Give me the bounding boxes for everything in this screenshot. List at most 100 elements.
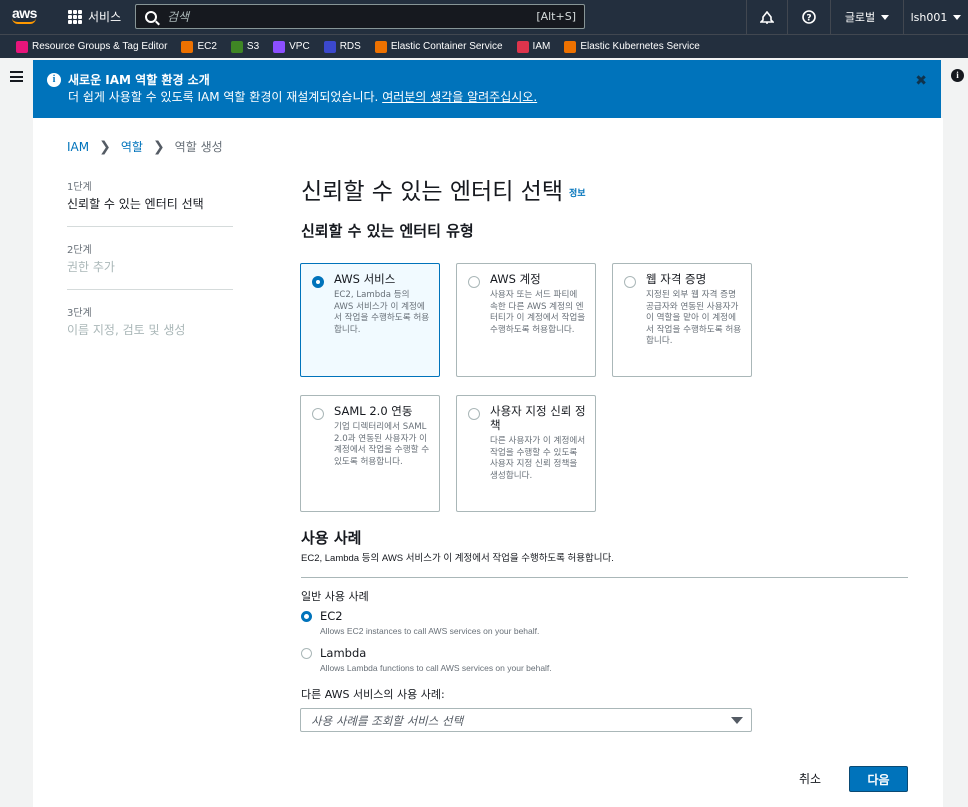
favorite-label: Elastic Kubernetes Service <box>580 41 700 52</box>
step-label: 신뢰할 수 있는 엔터티 선택 <box>67 197 204 211</box>
ec2-icon <box>181 40 194 53</box>
info-link[interactable]: 정보 <box>569 189 586 199</box>
favorite-vpc[interactable]: VPC <box>273 40 310 53</box>
tile-description: 기업 디렉터리에서 SAML 2.0과 연동된 사용자가 이 계정에서 작업을 … <box>334 422 430 467</box>
option-label: Lambda <box>320 646 367 660</box>
nav-right-group: ? 글로벌 lsh001 <box>746 0 968 34</box>
next-button[interactable]: 다음 <box>849 766 908 792</box>
top-navigation: aws 서비스 [Alt+S] ? 글로벌 lsh001 <box>0 0 968 34</box>
region-selector[interactable]: 글로벌 <box>830 0 903 34</box>
search-input[interactable] <box>167 9 507 24</box>
rds-icon <box>323 40 336 53</box>
step-number: 1단계 <box>67 182 92 193</box>
tile-description: 사용자 또는 서드 파티에 속한 다른 AWS 계정의 엔터티가 이 계정에서 … <box>490 290 586 335</box>
right-side-strip: i <box>943 58 968 807</box>
account-menu[interactable]: lsh001 <box>903 0 968 34</box>
breadcrumb: IAM ❯ 역할 ❯ 역할 생성 <box>67 138 223 155</box>
feedback-link[interactable]: 여러분의 생각을 알려주십시오. <box>382 90 537 104</box>
wizard-step-1[interactable]: 1단계 신뢰할 수 있는 엔터티 선택 <box>67 178 233 227</box>
chevron-down-icon <box>881 14 890 20</box>
search-shortcut-hint: [Alt+S] <box>536 10 576 23</box>
step-number: 2단계 <box>67 245 92 256</box>
flash-banner: i 새로운 IAM 역할 환경 소개 더 쉽게 사용할 수 있도록 IAM 역할… <box>33 60 941 118</box>
chevron-down-icon <box>953 14 962 20</box>
ecs-icon <box>374 40 387 53</box>
favorite-iam[interactable]: IAM <box>516 40 551 53</box>
flash-text: 더 쉽게 사용할 수 있도록 IAM 역할 환경이 재설계되었습니다. <box>68 90 379 104</box>
close-icon[interactable]: ✖ <box>915 73 927 89</box>
resource-groups-icon <box>16 40 28 53</box>
grid-icon <box>68 9 82 24</box>
left-side-strip <box>0 58 33 807</box>
radio-button[interactable] <box>312 276 324 288</box>
wizard-step-2: 2단계 권한 추가 <box>67 241 233 290</box>
aws-logo[interactable]: aws <box>12 6 42 28</box>
search-icon <box>145 10 157 23</box>
s3-icon <box>230 40 243 53</box>
radio-button[interactable] <box>624 276 636 288</box>
flash-text-row: 더 쉽게 사용할 수 있도록 IAM 역할 환경이 재설계되었습니다. 여러분의… <box>68 88 537 105</box>
main-content-panel: IAM ❯ 역할 ❯ 역할 생성 1단계 신뢰할 수 있는 엔터티 선택 2단계… <box>33 118 943 807</box>
help-button[interactable]: ? <box>787 0 830 34</box>
favorite-label: Resource Groups & Tag Editor <box>32 41 168 52</box>
favorite-label: IAM <box>532 41 551 52</box>
tile-description: 지정된 외부 웹 자격 증명 공급자와 연동된 사용자가 이 역할을 맡아 이 … <box>646 290 742 346</box>
radio-button[interactable] <box>301 648 312 659</box>
services-menu-button[interactable]: 서비스 <box>68 8 121 25</box>
cancel-button[interactable]: 취소 <box>799 770 821 787</box>
tile-aws-service[interactable]: AWS 서비스 EC2, Lambda 등의 AWS 서비스가 이 계정에서 작… <box>300 263 440 377</box>
step-number: 3단계 <box>67 308 92 319</box>
aws-logo-text: aws <box>12 5 37 21</box>
favorite-eks[interactable]: Elastic Kubernetes Service <box>564 40 700 53</box>
services-label: 서비스 <box>88 10 122 24</box>
tile-title: AWS 서비스 <box>334 272 396 286</box>
favorite-s3[interactable]: S3 <box>230 40 260 53</box>
radio-button[interactable] <box>312 408 324 420</box>
step-label: 이름 지정, 검토 및 생성 <box>67 323 186 337</box>
page-title: 신뢰할 수 있는 엔터티 선택 정보 <box>301 172 586 206</box>
divider <box>301 577 908 578</box>
cloudshell-button[interactable] <box>746 0 787 34</box>
flash-title: 새로운 IAM 역할 환경 소개 <box>68 73 210 87</box>
wizard-steps: 1단계 신뢰할 수 있는 엔터티 선택 2단계 권한 추가 3단계 이름 지정,… <box>67 178 233 366</box>
breadcrumb-roles[interactable]: 역할 <box>121 138 143 155</box>
select-placeholder: 사용 사례를 조회할 서비스 선택 <box>311 714 464 728</box>
tile-description: 다른 사용자가 이 계정에서 작업을 수행할 수 있도록 사용자 지정 신뢰 정… <box>490 436 586 481</box>
favorite-label: EC2 <box>197 41 217 52</box>
breadcrumb-separator-icon: ❯ <box>99 138 111 155</box>
info-icon: i <box>47 73 61 87</box>
radio-button[interactable] <box>468 408 480 420</box>
wizard-step-3: 3단계 이름 지정, 검토 및 생성 <box>67 304 233 352</box>
favorite-rds[interactable]: RDS <box>323 40 361 53</box>
svg-text:?: ? <box>806 14 811 24</box>
radio-button[interactable] <box>301 611 312 622</box>
tile-saml-federation[interactable]: SAML 2.0 연동 기업 디렉터리에서 SAML 2.0과 연동된 사용자가… <box>300 395 440 512</box>
favorite-ecs[interactable]: Elastic Container Service <box>374 40 503 53</box>
service-select[interactable]: 사용 사례를 조회할 서비스 선택 <box>300 708 752 732</box>
breadcrumb-iam[interactable]: IAM <box>67 140 89 154</box>
option-description: Allows EC2 instances to call AWS service… <box>320 626 540 636</box>
common-use-cases-label: 일반 사용 사례 <box>301 590 369 603</box>
favorite-label: RDS <box>339 41 361 52</box>
breadcrumb-current: 역할 생성 <box>174 140 223 154</box>
hamburger-menu-icon[interactable] <box>10 71 23 82</box>
entity-type-heading: 신뢰할 수 있는 엔터티 유형 <box>301 222 474 240</box>
tile-aws-account[interactable]: AWS 계정 사용자 또는 서드 파티에 속한 다른 AWS 계정의 엔터티가 … <box>456 263 596 377</box>
option-description: Allows Lambda functions to call AWS serv… <box>320 663 552 673</box>
favorites-bar: Resource Groups & Tag Editor EC2 S3 VPC RDS E… <box>0 34 968 58</box>
other-services-label: 다른 AWS 서비스의 사용 사례: <box>301 688 445 701</box>
favorite-label: S3 <box>246 41 260 52</box>
tile-custom-trust-policy[interactable]: 사용자 지정 신뢰 정책 다른 사용자가 이 계정에서 작업을 수행할 수 있도… <box>456 395 596 512</box>
radio-button[interactable] <box>468 276 480 288</box>
tile-title: AWS 계정 <box>490 272 541 286</box>
notification-bell-icon <box>760 11 774 24</box>
info-panel-icon[interactable]: i <box>951 69 964 82</box>
account-label: lsh001 <box>910 10 948 24</box>
use-case-description: EC2, Lambda 등의 AWS 서비스가 이 계정에서 작업을 수행하도록… <box>301 553 614 564</box>
tile-web-identity[interactable]: 웹 자격 증명 지정된 외부 웹 자격 증명 공급자와 연동된 사용자가 이 역… <box>612 263 752 377</box>
favorite-ec2[interactable]: EC2 <box>181 40 217 53</box>
search-bar[interactable]: [Alt+S] <box>135 4 585 29</box>
caret-down-icon <box>731 717 743 724</box>
favorite-resource-groups[interactable]: Resource Groups & Tag Editor <box>16 40 168 53</box>
iam-icon <box>516 40 529 53</box>
